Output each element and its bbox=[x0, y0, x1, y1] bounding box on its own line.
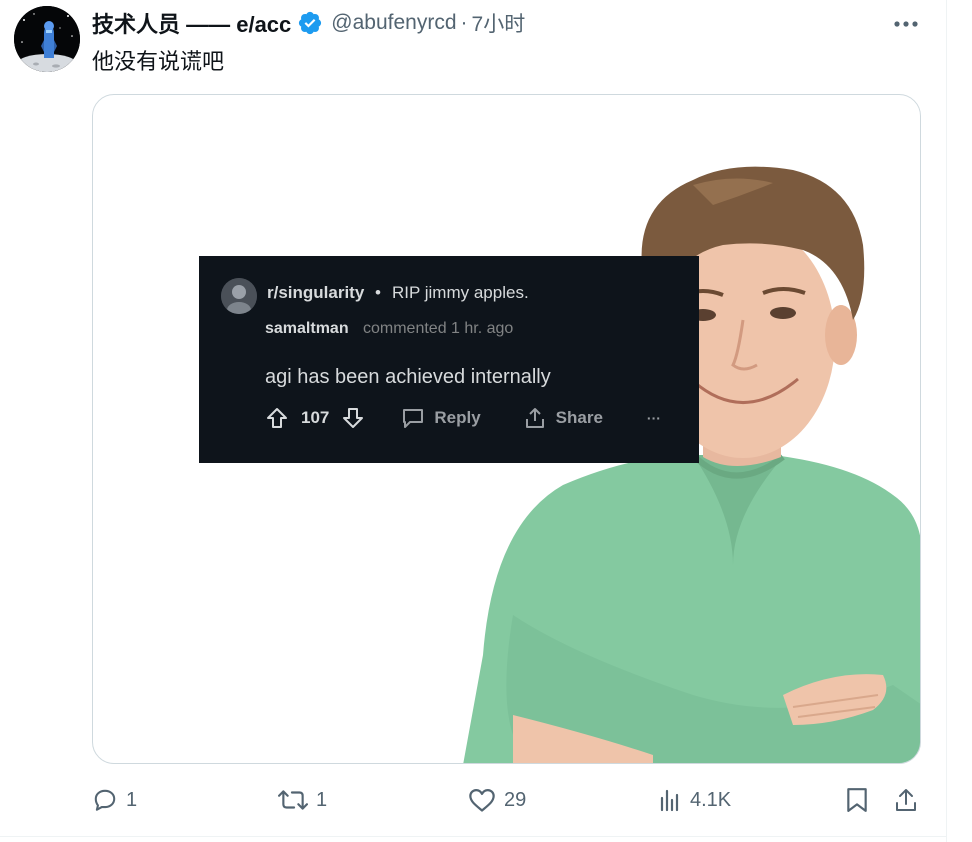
reply-count: 1 bbox=[126, 788, 138, 811]
reddit-reply: Reply bbox=[401, 407, 481, 429]
analytics-bars-icon bbox=[660, 789, 679, 812]
like-button[interactable]: 29 bbox=[468, 782, 526, 818]
upvote-icon bbox=[265, 406, 289, 430]
reply-bubble-icon bbox=[403, 409, 424, 428]
reddit-actions: 107 Reply Share ··· bbox=[265, 404, 661, 432]
timestamp[interactable]: 7小时 bbox=[472, 8, 526, 38]
retweet-icon bbox=[278, 790, 308, 810]
retweet-button[interactable]: 1 bbox=[278, 782, 327, 818]
views-button[interactable]: 4.1K bbox=[658, 782, 731, 818]
reddit-post-title: RIP jimmy apples. bbox=[392, 283, 529, 302]
reddit-score: 107 bbox=[301, 408, 330, 427]
more-options-icon[interactable] bbox=[888, 10, 924, 38]
reply-button[interactable]: 1 bbox=[92, 782, 137, 818]
avatar-image bbox=[14, 6, 80, 72]
verified-badge-icon[interactable] bbox=[297, 10, 323, 36]
reddit-separator: • bbox=[375, 283, 381, 302]
tweet[interactable]: 技术人员 —— e/acc @abufenyrcd · 7小时 他没有说谎吧 r… bbox=[0, 0, 946, 842]
reddit-more-icon: ··· bbox=[646, 410, 661, 426]
bookmark-icon bbox=[847, 788, 867, 812]
user-handle[interactable]: @abufenyrcd bbox=[331, 11, 456, 35]
subreddit-name: r/singularity bbox=[267, 283, 365, 302]
share-arrow-icon bbox=[525, 408, 544, 428]
like-count: 29 bbox=[504, 788, 527, 811]
reddit-comment-card: r/singularity • RIP jimmy apples. samalt… bbox=[199, 256, 699, 463]
share-icon bbox=[896, 789, 916, 811]
tweet-divider bbox=[0, 836, 946, 837]
reddit-comment-meta: commented 1 hr. ago bbox=[363, 320, 514, 337]
view-count: 4.1K bbox=[690, 788, 732, 811]
reddit-share-label: Share bbox=[555, 408, 603, 427]
reddit-avatar bbox=[221, 278, 257, 314]
tweet-action-bar: 1 1 29 4.1K bbox=[92, 782, 922, 818]
bookmark-button[interactable] bbox=[846, 782, 868, 818]
column-divider bbox=[946, 0, 947, 842]
reddit-comment-text: agi has been achieved internally bbox=[265, 366, 551, 388]
tweet-header: 技术人员 —— e/acc @abufenyrcd · 7小时 bbox=[92, 8, 525, 38]
avatar[interactable] bbox=[14, 6, 80, 72]
reply-icon bbox=[94, 789, 116, 811]
downvote-icon bbox=[341, 406, 365, 430]
reddit-username: samaltman bbox=[265, 320, 349, 337]
reddit-share: Share bbox=[523, 406, 603, 430]
display-name[interactable]: 技术人员 —— e/acc bbox=[92, 7, 291, 39]
tweet-text: 他没有说谎吧 bbox=[92, 49, 225, 74]
heart-icon bbox=[469, 788, 495, 812]
tweet-media[interactable]: r/singularity • RIP jimmy apples. samalt… bbox=[92, 94, 921, 764]
share-button[interactable] bbox=[894, 782, 918, 818]
separator-dot: · bbox=[460, 11, 468, 34]
retweet-count: 1 bbox=[316, 788, 328, 811]
reddit-reply-label: Reply bbox=[434, 408, 481, 427]
